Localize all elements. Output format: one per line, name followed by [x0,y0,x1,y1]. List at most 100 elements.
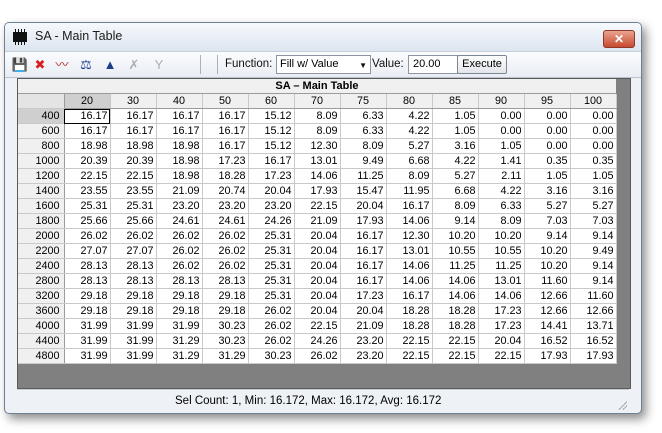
table-cell[interactable]: 27.07 [64,243,111,259]
table-cell[interactable]: 11.25 [432,258,479,274]
column-header[interactable]: 50 [202,94,249,109]
table-cell[interactable]: 31.99 [110,348,157,364]
table-cell[interactable]: 31.99 [64,348,111,364]
table-cell[interactable]: 31.99 [110,333,157,349]
table-cell[interactable]: 26.02 [202,258,249,274]
table-cell[interactable]: 18.28 [386,318,433,334]
table-cell[interactable]: 29.18 [156,288,203,304]
table-cell[interactable]: 0.35 [570,153,617,169]
table-cell[interactable]: 16.52 [570,333,617,349]
table-cell[interactable]: 18.98 [110,138,157,154]
table-cell[interactable]: 8.09 [478,213,525,229]
table-cell[interactable]: 27.07 [110,243,157,259]
table-cell[interactable]: 31.99 [64,318,111,334]
table-cell[interactable]: 6.33 [478,198,525,214]
table-cell[interactable]: 11.60 [570,288,617,304]
table-cell[interactable]: 14.06 [432,273,479,289]
row-header[interactable]: 600 [18,123,65,139]
table-cell[interactable]: 3.16 [432,138,479,154]
table-cell[interactable]: 25.31 [248,273,295,289]
table-cell[interactable]: 26.02 [248,333,295,349]
table-cell[interactable]: 9.14 [570,273,617,289]
table-cell[interactable]: 14.06 [386,258,433,274]
table-cell[interactable]: 20.39 [64,153,111,169]
column-header[interactable]: 85 [432,94,479,109]
table-cell[interactable]: 20.04 [294,273,341,289]
table-cell[interactable]: 24.26 [248,213,295,229]
table-cell[interactable]: 13.01 [294,153,341,169]
table-cell[interactable]: 30.23 [248,348,295,364]
row-header[interactable]: 400 [18,108,65,124]
table-cell[interactable]: 1.05 [432,123,479,139]
table-cell[interactable]: 16.17 [202,108,249,124]
table-cell[interactable]: 26.02 [156,243,203,259]
table-cell[interactable]: 5.27 [386,138,433,154]
close-button[interactable]: ✕ [603,30,635,48]
table-cell[interactable]: 26.02 [156,228,203,244]
table-cell[interactable]: 22.15 [432,348,479,364]
table-cell[interactable]: 16.17 [386,288,433,304]
table-cell[interactable]: 29.18 [64,303,111,319]
table-cell[interactable]: 28.13 [202,273,249,289]
function-select[interactable]: Fill w/ Value ▼ [276,55,371,74]
table-cell[interactable]: 22.15 [386,333,433,349]
table-cell[interactable]: 31.99 [110,318,157,334]
table-cell[interactable]: 29.18 [110,288,157,304]
table-cell[interactable]: 20.04 [340,198,387,214]
table-cell[interactable]: 23.20 [156,198,203,214]
table-cell[interactable]: 18.28 [432,303,479,319]
column-header[interactable]: 30 [110,94,157,109]
table-cell[interactable]: 16.17 [64,123,111,139]
table-cell[interactable]: 11.25 [340,168,387,184]
table-cell[interactable]: 24.61 [202,213,249,229]
table-cell[interactable]: 14.41 [524,318,571,334]
table-cell[interactable]: 6.68 [432,183,479,199]
column-header[interactable]: 20 [64,94,111,109]
table-cell[interactable]: 16.17 [340,243,387,259]
table-cell[interactable]: 2.11 [478,168,525,184]
table-cell[interactable]: 1.05 [432,108,479,124]
table-cell[interactable]: 22.15 [294,318,341,334]
table-cell[interactable]: 9.14 [570,258,617,274]
table-cell[interactable]: 22.15 [64,168,111,184]
table-cell[interactable]: 3.16 [570,183,617,199]
table-cell[interactable]: 17.23 [202,153,249,169]
table-cell[interactable]: 16.17 [202,123,249,139]
table-cell[interactable]: 9.14 [432,213,479,229]
title-bar[interactable]: SA - Main Table ✕ [5,23,641,52]
table-cell[interactable]: 18.28 [432,318,479,334]
table-cell[interactable]: 10.55 [478,243,525,259]
table-cell[interactable]: 16.17 [64,108,111,124]
table-cell[interactable]: 16.52 [524,333,571,349]
table-cell[interactable]: 11.25 [478,258,525,274]
table-cell[interactable]: 10.55 [432,243,479,259]
table-cell[interactable]: 4.22 [478,183,525,199]
table-cell[interactable]: 28.13 [64,273,111,289]
column-header[interactable]: 90 [478,94,525,109]
table-cell[interactable]: 24.26 [294,333,341,349]
table-cell[interactable]: 8.09 [294,123,341,139]
execute-button[interactable]: Execute [457,55,507,74]
balance-button[interactable]: ⚖ [77,56,95,73]
table-cell[interactable]: 25.66 [110,213,157,229]
table-cell[interactable]: 14.06 [294,168,341,184]
save-button[interactable]: 💾 [11,56,29,73]
table-cell[interactable]: 10.20 [524,258,571,274]
table-cell[interactable]: 10.20 [478,228,525,244]
table-cell[interactable]: 7.03 [524,213,571,229]
row-header[interactable]: 1800 [18,213,65,229]
table-cell[interactable]: 12.66 [524,288,571,304]
table-cell[interactable]: 26.02 [202,243,249,259]
table-cell[interactable]: 17.23 [478,318,525,334]
table-cell[interactable]: 9.14 [570,228,617,244]
table-cell[interactable]: 17.23 [340,288,387,304]
table-cell[interactable]: 30.23 [202,333,249,349]
table-cell[interactable]: 14.06 [386,213,433,229]
table-cell[interactable]: 18.98 [156,138,203,154]
row-header[interactable]: 1400 [18,183,65,199]
table-cell[interactable]: 14.06 [432,288,479,304]
table-cell[interactable]: 10.20 [432,228,479,244]
table-cell[interactable]: 8.09 [340,138,387,154]
table-cell[interactable]: 22.15 [110,168,157,184]
table-cell[interactable]: 26.02 [294,348,341,364]
